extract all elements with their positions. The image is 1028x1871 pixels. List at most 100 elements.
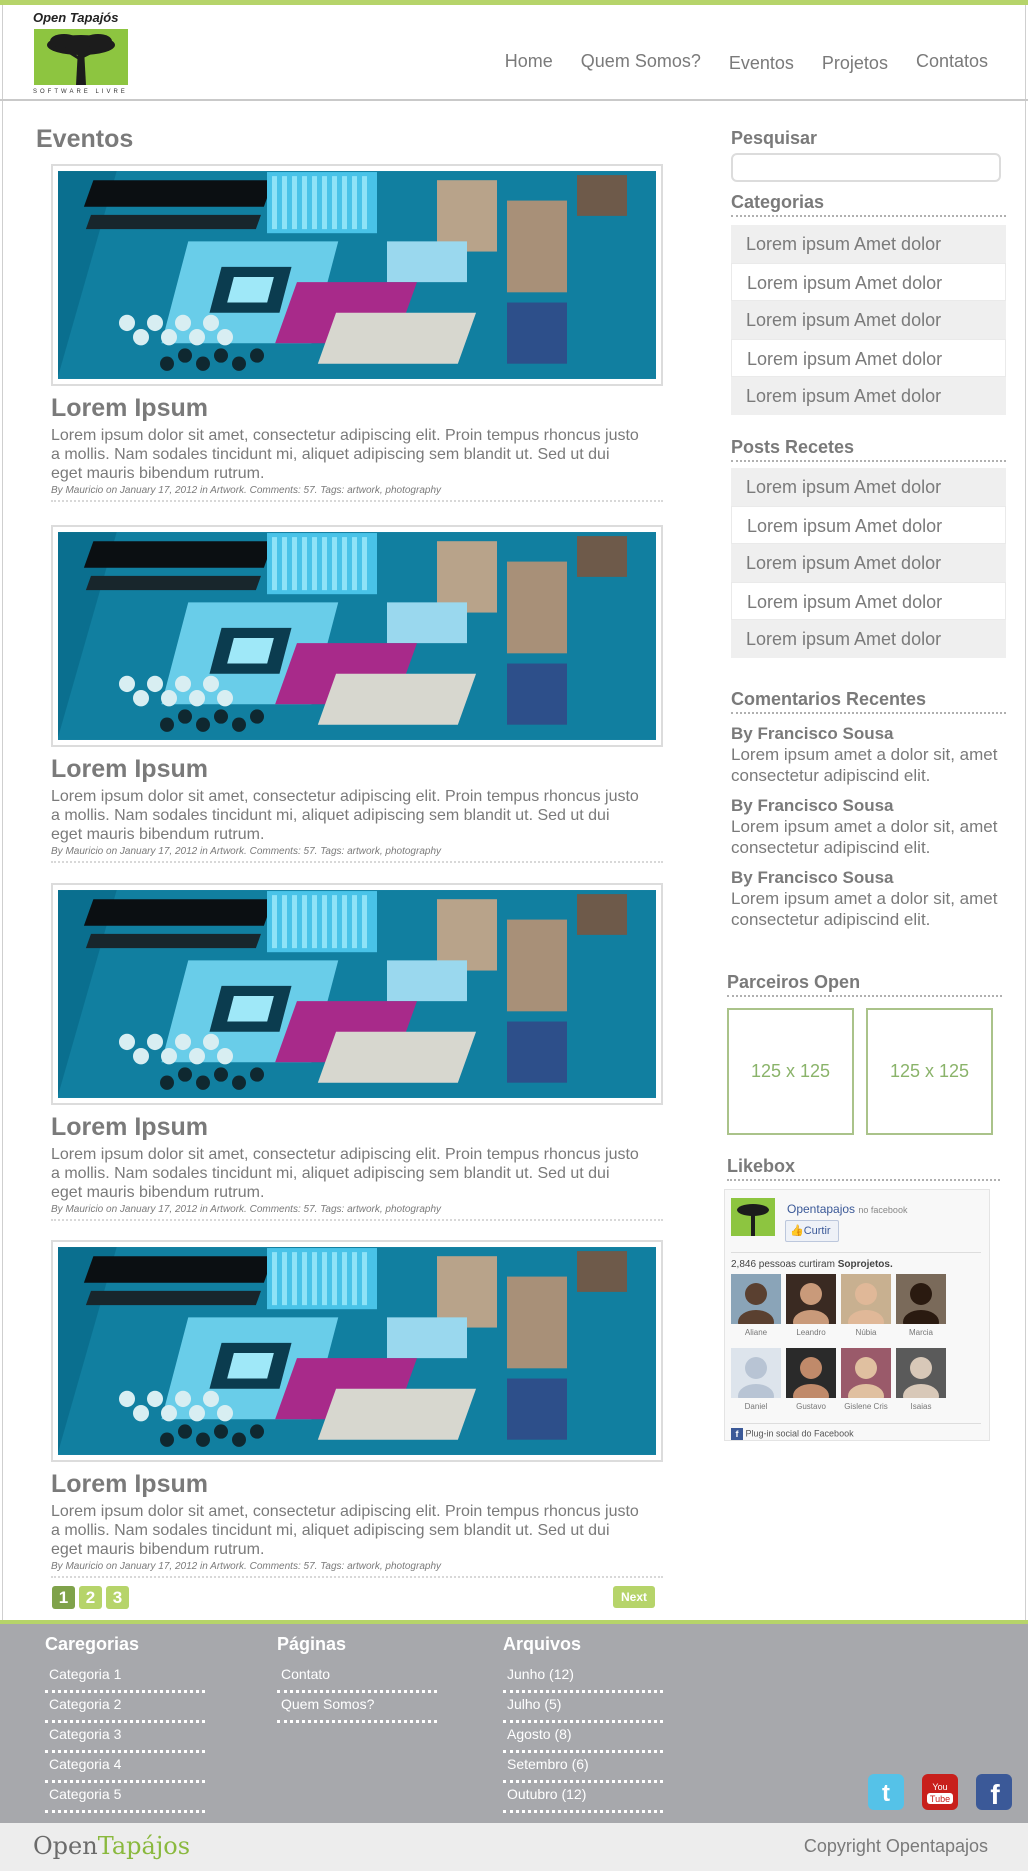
comment-item[interactable]: By Francisco Sousa Lorem ipsum amet a dol… <box>731 724 1006 786</box>
footer-page-link[interactable]: Contato <box>277 1663 437 1693</box>
page-avatar[interactable] <box>731 1198 775 1236</box>
page-title: Eventos <box>36 125 134 153</box>
footer-page-link[interactable]: Quem Somos? <box>277 1693 437 1723</box>
fan-avatar[interactable] <box>731 1348 781 1398</box>
recent-post-item[interactable]: Lorem ipsum Amet dolor <box>731 506 1006 544</box>
footer-archive-link[interactable]: Julho (5) <box>503 1693 663 1723</box>
partners-widget: Parceiros Open <box>727 972 1002 997</box>
nav-contatos[interactable]: Contatos <box>916 51 988 72</box>
partners-title: Parceiros Open <box>727 972 1002 997</box>
fan-avatar[interactable] <box>731 1274 781 1324</box>
facebook-icon: f <box>731 1428 743 1440</box>
post-image[interactable] <box>51 1240 663 1462</box>
fan-name[interactable]: Aliane <box>728 1328 784 1337</box>
fan-name[interactable]: Núbia <box>838 1328 894 1337</box>
category-item[interactable]: Lorem ipsum Amet dolor <box>731 301 1006 339</box>
site-header: Open Tapajós SOFTWARE LIVRE Home Quem So… <box>0 5 1028 101</box>
comment-author: By Francisco Sousa <box>731 724 894 743</box>
comment-text: Lorem ipsum amet a dolor sit, amet conse… <box>731 817 998 857</box>
post-image[interactable] <box>51 164 663 386</box>
svg-text:You: You <box>932 1782 947 1792</box>
page-1-button[interactable]: 1 <box>52 1586 75 1609</box>
fan-name[interactable]: Gustavo <box>783 1402 839 1411</box>
recent-posts-widget: Posts Recetes Lorem ipsum Amet dolor Lor… <box>731 437 1006 658</box>
site-logo[interactable]: Open Tapajós SOFTWARE LIVRE <box>33 10 131 98</box>
post-item: Lorem Ipsum Lorem ipsum dolor sit amet, c… <box>51 525 663 863</box>
post-title[interactable]: Lorem Ipsum <box>51 755 663 784</box>
categories-list: Lorem ipsum Amet dolor Lorem ipsum Amet … <box>731 225 1006 415</box>
footer-archive-link[interactable]: Junho (12) <box>503 1663 663 1693</box>
recent-post-item[interactable]: Lorem ipsum Amet dolor <box>731 582 1006 620</box>
twitter-icon[interactable]: t <box>868 1774 904 1810</box>
nav-projetos[interactable]: Projetos <box>822 53 888 74</box>
like-button[interactable]: 👍Curtir <box>785 1220 839 1242</box>
motherboard-image <box>57 889 657 1099</box>
fan-avatar[interactable] <box>896 1348 946 1398</box>
footer-category-link[interactable]: Categoria 2 <box>45 1693 205 1723</box>
search-input[interactable] <box>731 153 1001 182</box>
page-2-button[interactable]: 2 <box>79 1586 102 1609</box>
fan-name[interactable]: Isaias <box>893 1402 949 1411</box>
category-item[interactable]: Lorem ipsum Amet dolor <box>731 225 1006 263</box>
category-item[interactable]: Lorem ipsum Amet dolor <box>731 263 1006 301</box>
category-item[interactable]: Lorem ipsum Amet dolor <box>731 377 1006 415</box>
fan-name[interactable]: Gislene Cris <box>838 1402 894 1411</box>
motherboard-image <box>57 170 657 380</box>
facebook-likebox: Opentapajos no facebook 👍Curtir 2,846 pe… <box>724 1189 990 1441</box>
fan-avatar[interactable] <box>841 1274 891 1324</box>
ad-banner[interactable]: 125 x 125 <box>866 1008 993 1135</box>
categories-title: Categorias <box>731 192 1006 217</box>
page-3-button[interactable]: 3 <box>106 1586 129 1609</box>
fan-name[interactable]: Daniel <box>728 1402 784 1411</box>
post-excerpt: Lorem ipsum dolor sit amet, consectetur … <box>51 427 639 482</box>
main-content: Eventos <box>36 125 676 154</box>
footer-archive-link[interactable]: Setembro (6) <box>503 1753 663 1783</box>
fan-avatar[interactable] <box>896 1274 946 1324</box>
footer-category-link[interactable]: Categoria 4 <box>45 1753 205 1783</box>
post-image[interactable] <box>51 525 663 747</box>
nav-eventos[interactable]: Eventos <box>729 53 794 74</box>
main-nav: Home Quem Somos? Eventos Projetos Contat… <box>505 51 988 74</box>
fan-avatar[interactable] <box>841 1348 891 1398</box>
footer-category-link[interactable]: Categoria 5 <box>45 1783 205 1813</box>
recent-post-item[interactable]: Lorem ipsum Amet dolor <box>731 544 1006 582</box>
page-name-link[interactable]: Opentapajos <box>787 1202 855 1216</box>
logo-subtitle: SOFTWARE LIVRE <box>33 89 128 95</box>
footer-archive-link[interactable]: Outubro (12) <box>503 1783 663 1813</box>
motherboard-image <box>57 1246 657 1456</box>
comment-item[interactable]: By Francisco Sousa Lorem ipsum amet a dol… <box>731 796 1006 858</box>
post-item: Lorem Ipsum Lorem ipsum dolor sit amet, c… <box>51 883 663 1221</box>
footer-category-link[interactable]: Categoria 1 <box>45 1663 205 1693</box>
footer-logo[interactable]: OpenTapájos <box>33 1832 190 1860</box>
post-item: Lorem Ipsum Lorem ipsum dolor sit amet, c… <box>51 164 663 502</box>
fan-name[interactable]: Leandro <box>783 1328 839 1337</box>
category-item[interactable]: Lorem ipsum Amet dolor <box>731 339 1006 377</box>
comment-author: By Francisco Sousa <box>731 796 894 815</box>
nav-home[interactable]: Home <box>505 51 553 72</box>
post-excerpt: Lorem ipsum dolor sit amet, consectetur … <box>51 788 639 843</box>
likebox-title: Likebox <box>727 1156 1000 1181</box>
fan-avatar[interactable] <box>786 1348 836 1398</box>
facebook-icon[interactable]: f <box>976 1774 1012 1810</box>
youtube-icon[interactable]: You Tube <box>922 1774 958 1810</box>
logo-tree-icon <box>34 29 128 85</box>
comment-item[interactable]: By Francisco Sousa Lorem ipsum amet a dol… <box>731 868 1006 930</box>
post-title[interactable]: Lorem Ipsum <box>51 1470 663 1499</box>
post-title[interactable]: Lorem Ipsum <box>51 394 663 423</box>
fan-avatar[interactable] <box>786 1274 836 1324</box>
next-button[interactable]: Next <box>613 1586 655 1608</box>
thumbs-up-icon: 👍 <box>790 1225 804 1237</box>
fan-name[interactable]: Marcia <box>893 1328 949 1337</box>
footer-category-link[interactable]: Categoria 3 <box>45 1723 205 1753</box>
recent-posts-title: Posts Recetes <box>731 437 1006 462</box>
svg-text:Tube: Tube <box>930 1794 950 1804</box>
footer-archive-link[interactable]: Agosto (8) <box>503 1723 663 1753</box>
ad-banner[interactable]: 125 x 125 <box>727 1008 854 1135</box>
recent-comments-title: Comentarios Recentes <box>731 689 1006 714</box>
recent-post-item[interactable]: Lorem ipsum Amet dolor <box>731 468 1006 506</box>
post-meta: By Mauricio on January 17, 2012 in Artwo… <box>51 846 663 863</box>
post-image[interactable] <box>51 883 663 1105</box>
recent-post-item[interactable]: Lorem ipsum Amet dolor <box>731 620 1006 658</box>
nav-quem-somos[interactable]: Quem Somos? <box>581 51 701 72</box>
post-title[interactable]: Lorem Ipsum <box>51 1113 663 1142</box>
